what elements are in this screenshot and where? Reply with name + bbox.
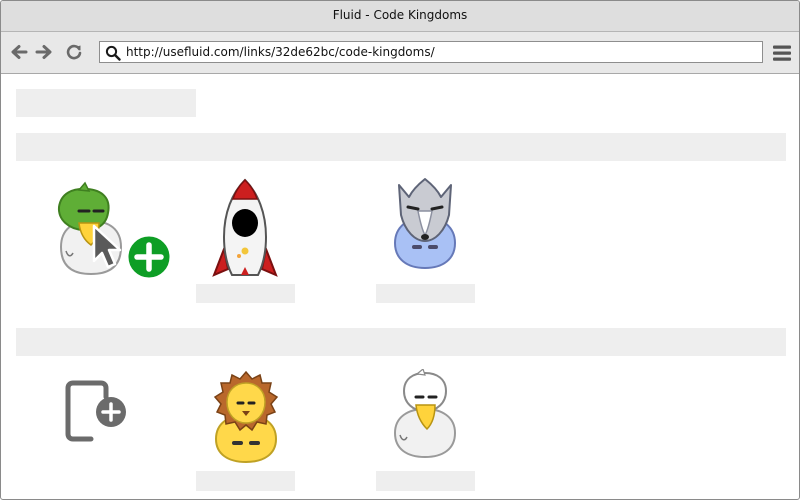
hamburger-menu-icon[interactable] [772,43,792,63]
forward-arrow-icon[interactable] [34,42,54,62]
address-bar[interactable]: http://usefluid.com/links/32de62bc/code-… [99,41,763,63]
add-circle-icon [125,233,173,281]
add-page-icon[interactable] [61,379,131,447]
rocket-label-placeholder [196,284,295,303]
back-arrow-icon[interactable] [9,42,29,62]
white-duck-label-placeholder [376,471,475,491]
title-bar: Fluid - Code Kingdoms [1,1,799,32]
wolf-avatar[interactable] [387,175,463,271]
duck-avatar[interactable] [51,181,176,281]
wolf-label-placeholder [376,284,475,303]
reload-icon[interactable] [64,42,84,62]
url-text: http://usefluid.com/links/32de62bc/code-… [126,45,435,59]
search-icon [105,45,121,61]
browser-window: Fluid - Code Kingdoms http://usefluid.co… [0,0,800,500]
window-title: Fluid - Code Kingdoms [332,8,468,22]
page-title-placeholder [16,89,196,117]
white-duck-avatar[interactable] [387,369,463,459]
rocket-avatar[interactable] [210,177,280,281]
lion-label-placeholder [196,471,295,491]
section-header-placeholder-2 [16,328,786,356]
browser-toolbar: http://usefluid.com/links/32de62bc/code-… [1,32,799,74]
lion-avatar[interactable] [208,369,284,465]
section-header-placeholder-1 [16,133,786,161]
